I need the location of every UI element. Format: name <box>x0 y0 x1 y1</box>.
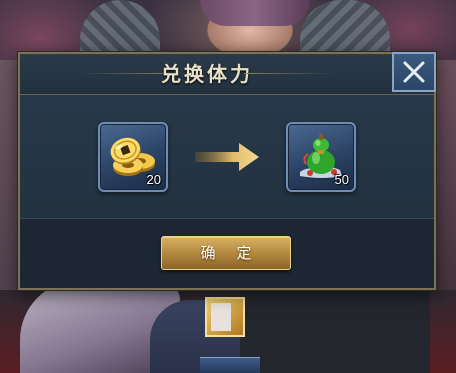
background-item-slot <box>205 297 245 337</box>
from-item-count: 20 <box>146 172 161 187</box>
dialog-footer: 确 定 <box>20 218 434 288</box>
arrow-right-icon <box>195 143 259 171</box>
dialog-header: 兑换体力 <box>20 52 436 95</box>
to-item-count: 50 <box>334 172 349 187</box>
background-tab <box>200 357 260 373</box>
exchange-from-item[interactable]: 20 <box>98 122 168 192</box>
stone-pillar-left <box>80 0 160 55</box>
stone-pillar-right <box>300 0 390 60</box>
confirm-button[interactable]: 确 定 <box>161 236 291 270</box>
exchange-to-item[interactable]: 50 <box>286 122 356 192</box>
background-panel <box>240 290 430 373</box>
dialog-title: 兑换体力 <box>161 62 253 86</box>
character-hair <box>200 0 310 26</box>
exchange-body: 20 50 <box>20 95 434 218</box>
close-button[interactable] <box>392 52 436 92</box>
exchange-stamina-dialog: 兑换体力 20 50 确 定 <box>18 52 436 290</box>
close-icon <box>403 61 425 83</box>
